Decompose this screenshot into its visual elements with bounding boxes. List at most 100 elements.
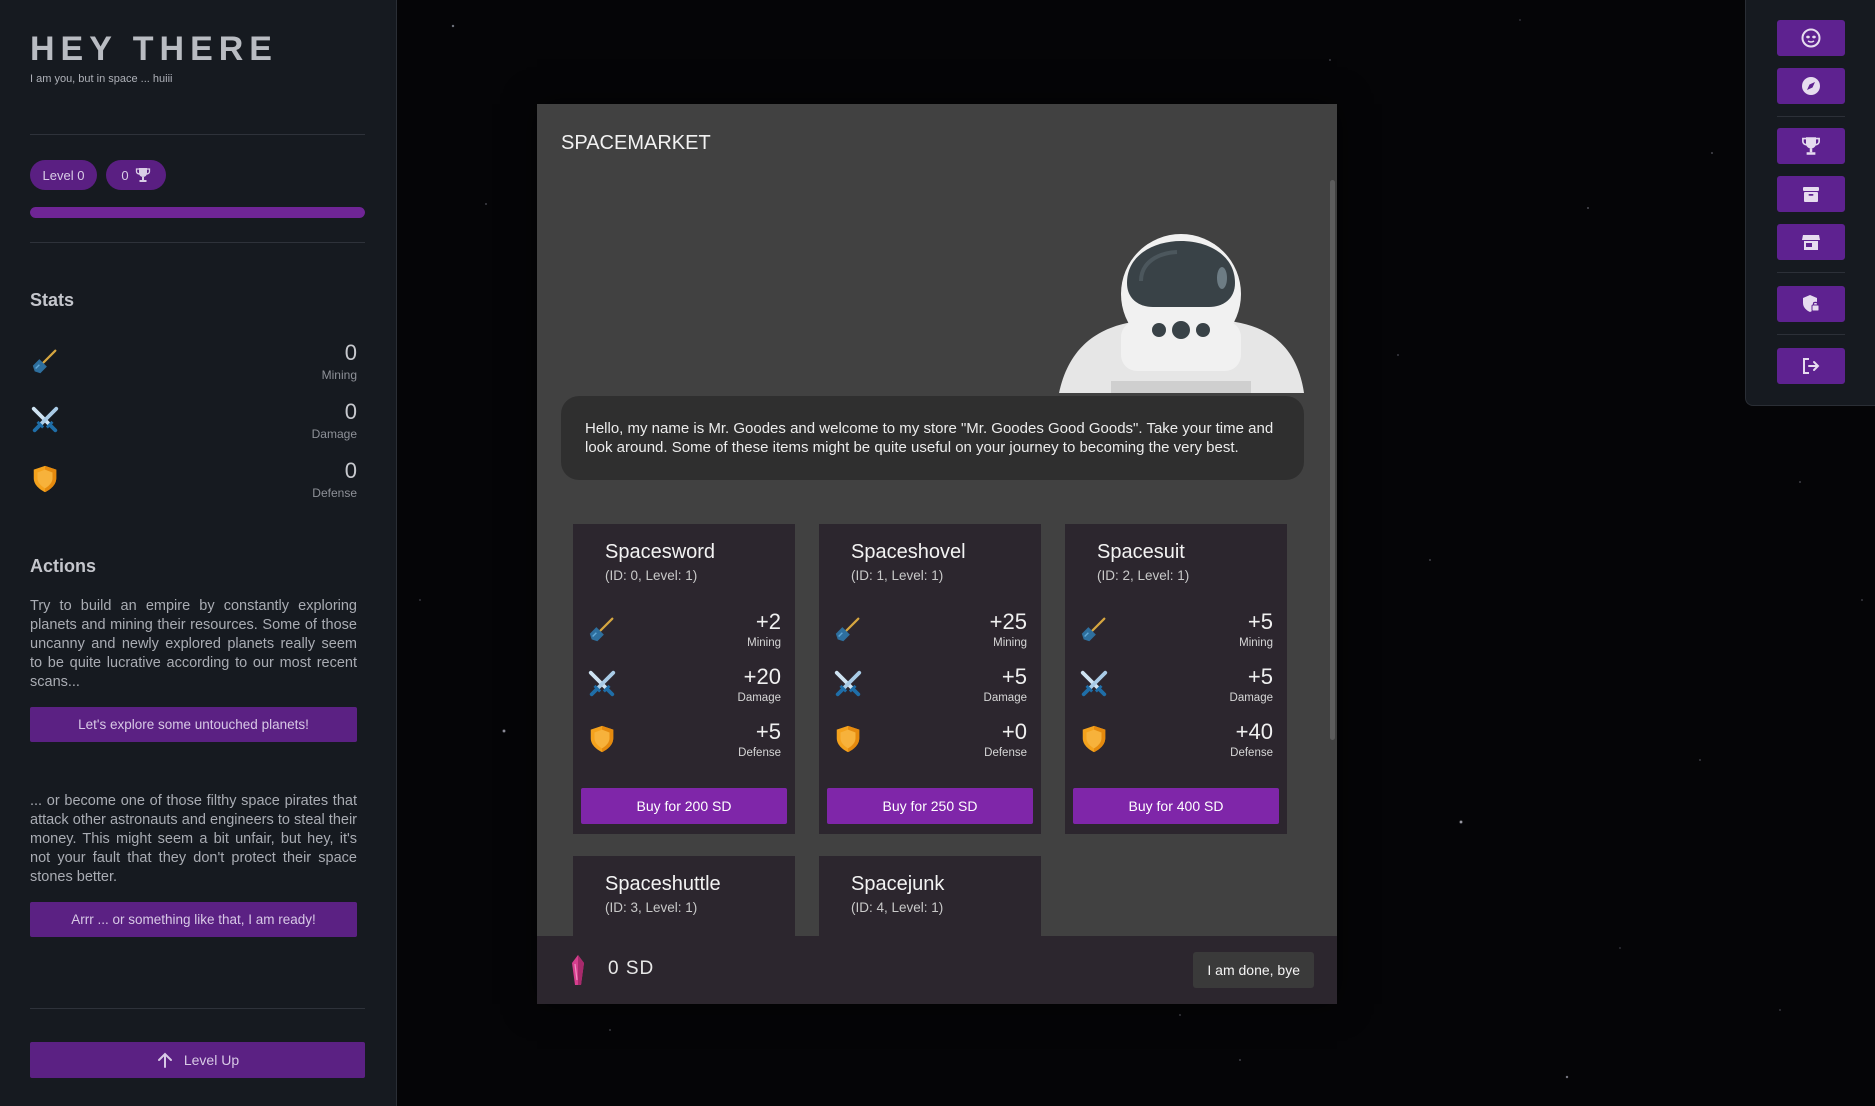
shovel-icon <box>587 614 617 644</box>
crossed-swords-icon <box>833 669 863 699</box>
shield-icon <box>30 464 60 494</box>
stat-damage-value: 0 <box>344 399 357 424</box>
stat-mining-value: 0 <box>344 340 357 365</box>
stat-mining-label: Mining <box>321 368 357 382</box>
compass-icon <box>1802 77 1820 95</box>
modal-footer: 0 SD I am done, bye <box>537 936 1337 1004</box>
item-stat-damage: +5 Damage <box>833 664 1027 712</box>
level-label: Level 0 <box>42 167 85 183</box>
nav-inventory-button[interactable] <box>1777 176 1845 212</box>
item-mining-value: +25 <box>989 609 1027 634</box>
right-nav <box>1745 0 1875 406</box>
nav-explore-button[interactable] <box>1777 68 1845 104</box>
item-card: Spacejunk (ID: 4, Level: 1) <box>819 856 1041 946</box>
xp-progress-bar <box>30 207 365 218</box>
item-meta: (ID: 0, Level: 1) <box>605 568 698 583</box>
buy-button[interactable]: Buy for 400 SD <box>1073 788 1279 824</box>
item-defense-value: +5 <box>755 719 781 744</box>
trophy-count: 0 <box>121 167 129 183</box>
crossed-swords-icon <box>30 405 60 435</box>
nav-leaderboard-button[interactable] <box>1777 128 1845 164</box>
explore-description: Try to build an empire by constantly exp… <box>30 598 357 690</box>
pirate-button[interactable]: Arrr ... or something like that, I am re… <box>30 902 357 937</box>
stat-defense-label: Defense <box>312 486 357 500</box>
item-name: Spaceshuttle <box>605 873 721 895</box>
pirate-description: ... or become one of those filthy space … <box>30 793 357 885</box>
shovel-icon <box>833 614 863 644</box>
item-mining-label: Mining <box>747 637 781 649</box>
astronaut-shopkeeper-icon <box>1059 234 1304 393</box>
item-name: Spacesword <box>605 541 716 563</box>
modal-scrollbar[interactable] <box>1330 180 1335 740</box>
item-defense-label: Defense <box>738 747 781 759</box>
item-damage-value: +5 <box>1247 664 1273 689</box>
item-stat-defense: +40 Defense <box>1079 719 1273 767</box>
nav-separator <box>1777 116 1845 117</box>
item-meta: (ID: 4, Level: 1) <box>851 900 944 915</box>
shield-icon <box>587 724 617 754</box>
shield-icon <box>833 724 863 754</box>
level-badge: Level 0 <box>30 160 97 190</box>
crystal-icon <box>572 955 584 985</box>
divider <box>30 134 365 135</box>
nav-separator <box>1777 334 1845 335</box>
sidebar: HEY THERE I am you, but in space ... hui… <box>0 0 397 1106</box>
stat-damage-label: Damage <box>311 427 357 441</box>
crossed-swords-icon <box>587 669 617 699</box>
item-damage-value: +5 <box>1001 664 1027 689</box>
item-mining-label: Mining <box>993 637 1027 649</box>
arrow-up-icon <box>157 1052 172 1068</box>
modal-title: SPACEMARKET <box>561 132 711 154</box>
xp-progress-fill <box>30 207 365 218</box>
trophy-icon <box>135 168 150 182</box>
nav-security-button[interactable] <box>1777 286 1845 322</box>
item-defense-label: Defense <box>1230 747 1273 759</box>
stat-mining: 0 Mining <box>30 340 357 388</box>
shield-lock-icon <box>1803 295 1820 312</box>
item-meta: (ID: 2, Level: 1) <box>1097 568 1190 583</box>
app-title: HEY THERE <box>30 30 278 68</box>
nav-store-button[interactable] <box>1777 224 1845 260</box>
item-stat-defense: +5 Defense <box>587 719 781 767</box>
store-icon <box>1802 235 1820 250</box>
item-damage-label: Damage <box>737 692 781 704</box>
shopkeeper-speech-bubble: Hello, my name is Mr. Goodes and welcome… <box>561 396 1304 480</box>
item-card: Spaceshuttle (ID: 3, Level: 1) <box>573 856 795 946</box>
item-meta: (ID: 1, Level: 1) <box>851 568 944 583</box>
stat-defense: 0 Defense <box>30 458 357 506</box>
app-subtitle: I am you, but in space ... huiii <box>30 73 173 85</box>
item-stat-mining: +2 Mining <box>587 609 781 657</box>
logout-icon <box>1803 358 1820 374</box>
buy-button[interactable]: Buy for 200 SD <box>581 788 787 824</box>
level-up-button[interactable]: Level Up <box>30 1042 365 1078</box>
shield-icon <box>1079 724 1109 754</box>
trophy-badge: 0 <box>106 160 166 190</box>
item-stat-mining: +25 Mining <box>833 609 1027 657</box>
item-defense-value: +40 <box>1235 719 1273 744</box>
actions-heading: Actions <box>30 556 97 576</box>
archive-icon <box>1803 187 1819 202</box>
stat-defense-value: 0 <box>344 458 357 483</box>
nav-logout-button[interactable] <box>1777 348 1845 384</box>
item-mining-value: +5 <box>1247 609 1273 634</box>
item-stat-damage: +20 Damage <box>587 664 781 712</box>
item-card: Spacesword (ID: 0, Level: 1) +2 Mining +… <box>573 524 795 834</box>
nav-profile-button[interactable] <box>1777 20 1845 56</box>
item-stat-defense: +0 Defense <box>833 719 1027 767</box>
nav-separator <box>1777 272 1845 273</box>
shopkeeper-greeting: Hello, my name is Mr. Goodes and welcome… <box>585 420 1274 456</box>
item-mining-value: +2 <box>755 609 781 634</box>
close-store-button[interactable]: I am done, bye <box>1193 952 1314 988</box>
item-damage-label: Damage <box>983 692 1027 704</box>
item-defense-label: Defense <box>984 747 1027 759</box>
credits-balance: 0 SD <box>608 958 655 979</box>
divider <box>30 1008 365 1009</box>
item-name: Spacejunk <box>851 873 945 895</box>
item-stat-damage: +5 Damage <box>1079 664 1273 712</box>
item-mining-label: Mining <box>1239 637 1273 649</box>
buy-button[interactable]: Buy for 250 SD <box>827 788 1033 824</box>
item-stat-mining: +5 Mining <box>1079 609 1273 657</box>
explore-button[interactable]: Let's explore some untouched planets! <box>30 707 357 742</box>
item-damage-label: Damage <box>1229 692 1273 704</box>
shovel-icon <box>1079 614 1109 644</box>
